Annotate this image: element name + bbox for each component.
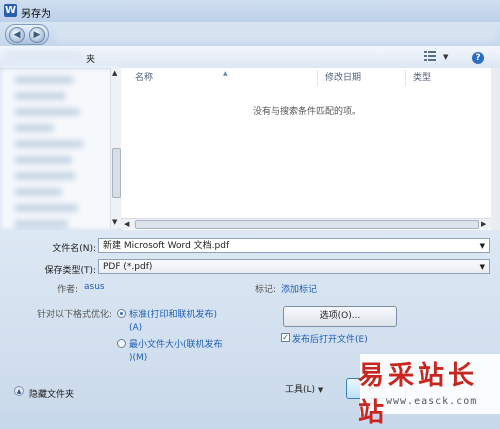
optimize-label: 针对以下格式优化: xyxy=(36,310,112,320)
view-options-icon[interactable] xyxy=(424,51,436,61)
open-after-publish-checkbox[interactable]: ✓ xyxy=(281,333,290,342)
help-icon[interactable]: ? xyxy=(472,52,484,64)
options-button[interactable]: 选项(O)... xyxy=(283,306,397,327)
hide-folders-button[interactable]: 隐藏文件夹 xyxy=(29,387,74,400)
address-bar[interactable] xyxy=(56,26,496,42)
column-header-modified[interactable]: 修改日期 xyxy=(325,68,361,88)
optimize-minimum-radio[interactable] xyxy=(117,339,126,348)
watermark-url: www.easck.com xyxy=(386,396,478,407)
column-header-name[interactable]: 名称 xyxy=(135,68,153,88)
scroll-right-icon[interactable]: ▶ xyxy=(481,220,486,228)
add-tags-link[interactable]: 添加标记 xyxy=(281,282,317,295)
scroll-down-icon[interactable]: ▼ xyxy=(112,218,117,226)
column-header-type[interactable]: 类型 xyxy=(413,68,431,88)
title-bar xyxy=(0,0,500,22)
scroll-left-icon[interactable]: ◀ xyxy=(124,220,129,228)
chevron-up-icon[interactable]: ▲ xyxy=(14,386,24,396)
organize-menu[interactable] xyxy=(6,50,82,62)
tools-button[interactable]: 工具(L) ▼ xyxy=(285,382,323,395)
window-title: 另存为 xyxy=(21,9,51,20)
filetype-select[interactable]: PDF (*.pdf) ▼ xyxy=(98,259,490,274)
view-dropdown-icon[interactable]: ▼ xyxy=(443,53,448,61)
chevron-down-icon[interactable]: ▼ xyxy=(480,239,485,254)
nav-pane-scrollbar[interactable]: ▲ ▼ xyxy=(110,68,121,228)
column-divider[interactable] xyxy=(405,70,406,86)
word-app-icon: W xyxy=(4,4,17,17)
filename-value: 新建 Microsoft Word 文档.pdf xyxy=(103,241,230,251)
chevron-down-icon: ▼ xyxy=(317,386,324,394)
optimize-standard-label[interactable]: 标准(打印和联机发布) (A) xyxy=(129,307,217,333)
optimize-minimum-label[interactable]: 最小文件大小(联机发布 )(M) xyxy=(129,337,223,363)
file-list-scroll-thumb[interactable] xyxy=(135,220,479,229)
back-arrow-icon[interactable]: ◀ xyxy=(9,27,25,43)
chevron-down-icon[interactable]: ▼ xyxy=(480,260,485,275)
nav-pane-scroll-thumb[interactable] xyxy=(112,148,121,198)
empty-message: 没有与搜索条件匹配的项。 xyxy=(252,107,361,117)
watermark-logo-text: 易采站长站 xyxy=(358,361,479,428)
filetype-label: 保存类型(T): xyxy=(44,266,96,276)
filetype-value: PDF (*.pdf) xyxy=(103,262,153,272)
column-divider[interactable] xyxy=(317,70,318,86)
tags-label: 标记: xyxy=(254,285,276,295)
nav-buttons: ◀ ▶ xyxy=(5,24,49,45)
file-list-hscrollbar[interactable]: ◀ ▶ xyxy=(121,218,493,229)
file-list[interactable]: 名称 ▲ 修改日期 类型 没有与搜索条件匹配的项。 xyxy=(121,68,493,230)
navigation-pane[interactable] xyxy=(0,68,121,230)
filename-label: 文件名(N): xyxy=(52,244,96,254)
author-label: 作者: xyxy=(56,285,78,295)
open-after-publish-label[interactable]: 发布后打开文件(E) xyxy=(292,332,368,345)
author-value[interactable]: asus xyxy=(84,282,105,292)
scroll-up-icon[interactable]: ▲ xyxy=(112,69,117,77)
forward-arrow-icon[interactable]: ▶ xyxy=(29,27,45,43)
right-edge xyxy=(491,68,500,230)
sort-indicator-icon: ▲ xyxy=(223,70,228,77)
optimize-standard-radio[interactable] xyxy=(117,309,126,318)
new-folder-button[interactable]: 夹 xyxy=(86,52,95,65)
filename-input[interactable]: 新建 Microsoft Word 文档.pdf ▼ xyxy=(98,238,490,253)
